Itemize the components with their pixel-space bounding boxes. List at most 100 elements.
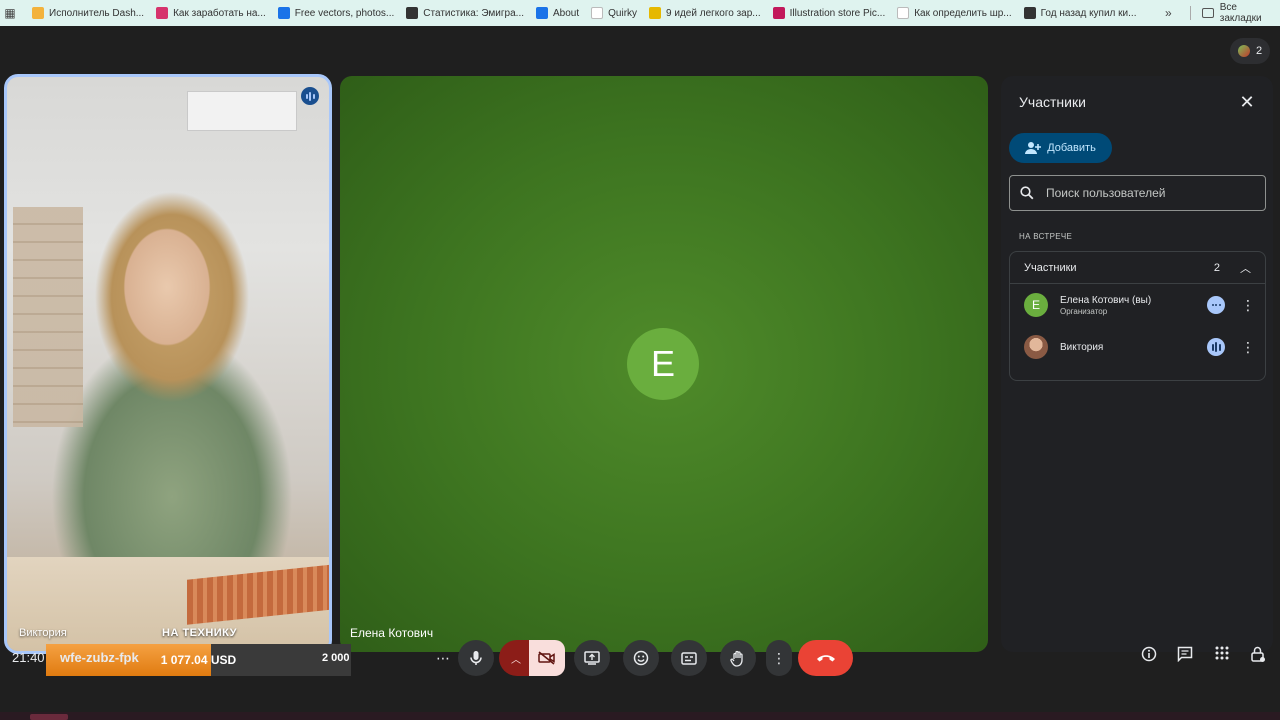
host-controls-button[interactable] [1246,646,1270,667]
more-options-button[interactable]: ⋮ [766,640,792,676]
group-label: Участники [1024,261,1077,274]
add-people-label: Добавить [1047,142,1096,154]
group-count: 2 [1213,261,1220,274]
participant-row[interactable]: E Елена Котович (вы) Организатор ⋮ [1010,284,1265,326]
apps-grid-icon[interactable]: ▦ [2,0,18,26]
bookmark-label: Как определить шр... [914,7,1012,19]
speaking-indicator-icon [1207,338,1225,356]
bookmark-label: Как заработать на... [173,7,266,19]
captions-button[interactable] [671,640,707,676]
bookmarks-overflow-icon[interactable]: » [1165,0,1172,26]
participants-group-header[interactable]: Участники 2 ︿ [1010,252,1265,284]
more-actions-button[interactable]: ⋯ [428,640,458,676]
self-video-tile[interactable]: Виктория НА ТЕХНИКУ [4,74,332,654]
all-bookmarks-button[interactable]: Все закладки [1202,0,1280,26]
participant-name: Елена Котович (вы) [1060,294,1152,306]
bookmark-item[interactable]: Free vectors, photos... [277,3,401,23]
captions-icon [681,651,697,665]
avatar-stack-icon [1237,45,1250,57]
more-options-icon[interactable]: ⋮ [1241,297,1255,314]
bookmark-item[interactable]: About [536,3,585,23]
apps-grid-icon [1215,646,1229,660]
leave-call-button[interactable] [798,640,853,676]
bookmark-item[interactable]: 9 идей легкого зар... [649,3,767,23]
bookmark-label: About [553,7,580,19]
more-vert-icon: ⋮ [772,649,786,666]
bookmark-item[interactable]: Год назад купил ки... [1023,3,1143,23]
folder-icon [1202,8,1214,18]
participant-count: 2 [1255,45,1263,57]
bookmark-label: Исполнитель Dash... [49,7,145,19]
bookmark-label: Статистика: Эмигра... [423,7,524,19]
bookmark-favicon-icon [1023,7,1036,19]
bookmark-favicon-icon [406,7,419,19]
bookmark-favicon-icon [649,7,662,19]
video-background-wall [13,207,83,427]
bookmark-item[interactable]: Illustration store Pic... [772,3,892,23]
in-meeting-section-label: НА ВСТРЕЧЕ [1019,232,1073,241]
add-person-icon [1025,142,1042,154]
controls-bar: 21:40 wfe-zubz-fpk 2 000 ⋯ ︿ ⋮ [0,636,1280,682]
participant-video-tile[interactable]: E Елена Котович [340,76,988,652]
meeting-info-button[interactable] [1137,646,1161,666]
chat-button[interactable] [1173,646,1197,666]
bookmark-favicon-icon [32,7,44,19]
raise-hand-icon [730,650,743,667]
bookmarks-bar: ▦ Исполнитель Dash... Как заработать на..… [0,0,1280,26]
bookmark-favicon-icon [897,7,910,19]
chat-icon [1177,646,1193,663]
participant-role: Организатор [1060,306,1108,316]
present-screen-icon [584,651,600,665]
bookmark-favicon-icon [277,7,290,19]
microphone-icon [470,651,482,665]
bookmarks-divider [1190,6,1191,20]
bookmark-item[interactable]: Как заработать на... [156,3,272,23]
info-icon [1141,646,1157,662]
close-panel-button[interactable]: ✕ [1235,90,1259,114]
microphone-button[interactable] [458,640,494,676]
bookmark-item[interactable]: Исполнитель Dash... [32,3,150,23]
participants-panel: Участники ✕ Добавить НА ВСТРЕЧЕ Участник… [1001,76,1273,652]
bookmark-favicon-icon [772,7,785,19]
bookmark-label: 9 идей легкого зар... [666,7,761,19]
reactions-button[interactable] [623,640,659,676]
donation-goal: 2 000 [322,652,350,664]
audio-level-icon [1207,296,1225,314]
camera-off-icon [538,651,555,665]
chevron-up-icon: ︿ [511,654,521,666]
meet-window: 2 Виктория НА ТЕХНИКУ E Елена Котович Уч… [0,26,1280,720]
participant-row[interactable]: Виктория ⋮ [1010,326,1265,368]
camera-toggle-button[interactable] [529,640,565,676]
emoji-icon [633,650,649,666]
taskbar-app[interactable] [30,714,68,720]
bookmark-label: Illustration store Pic... [789,7,886,19]
search-box [1009,175,1266,211]
search-input[interactable] [1046,186,1246,200]
video-background-ac-unit [187,91,297,131]
avatar: E [1024,293,1048,317]
bookmark-item[interactable]: Статистика: Эмигра... [406,3,530,23]
participant-name: Виктория [1060,341,1104,353]
hang-up-icon [816,655,835,662]
ellipsis-icon: ⋯ [436,649,450,666]
more-options-icon[interactable]: ⋮ [1241,339,1255,356]
panel-title: Участники [1019,94,1086,110]
os-taskbar [0,712,1280,720]
add-people-button[interactable]: Добавить [1009,133,1112,163]
participant-avatar: E [627,328,699,400]
present-screen-button[interactable] [574,640,610,676]
close-icon: ✕ [1239,91,1255,112]
meeting-code: wfe-zubz-fpk [60,650,139,665]
bookmark-label: Год назад купил ки... [1040,7,1137,19]
bookmark-item[interactable]: Quirky [591,3,643,23]
bookmark-item[interactable]: Как определить шр... [897,3,1017,23]
participant-count-badge[interactable]: 2 [1230,38,1270,64]
camera-options-button[interactable]: ︿ [499,640,533,676]
lock-person-icon [1251,646,1265,662]
participants-group: Участники 2 ︿ E Елена Котович (вы) Орган… [1009,251,1266,381]
raise-hand-button[interactable] [720,640,756,676]
activities-button[interactable] [1210,646,1234,664]
bookmark-favicon-icon [156,7,169,19]
bookmark-favicon-icon [536,7,548,19]
avatar [1024,335,1048,359]
